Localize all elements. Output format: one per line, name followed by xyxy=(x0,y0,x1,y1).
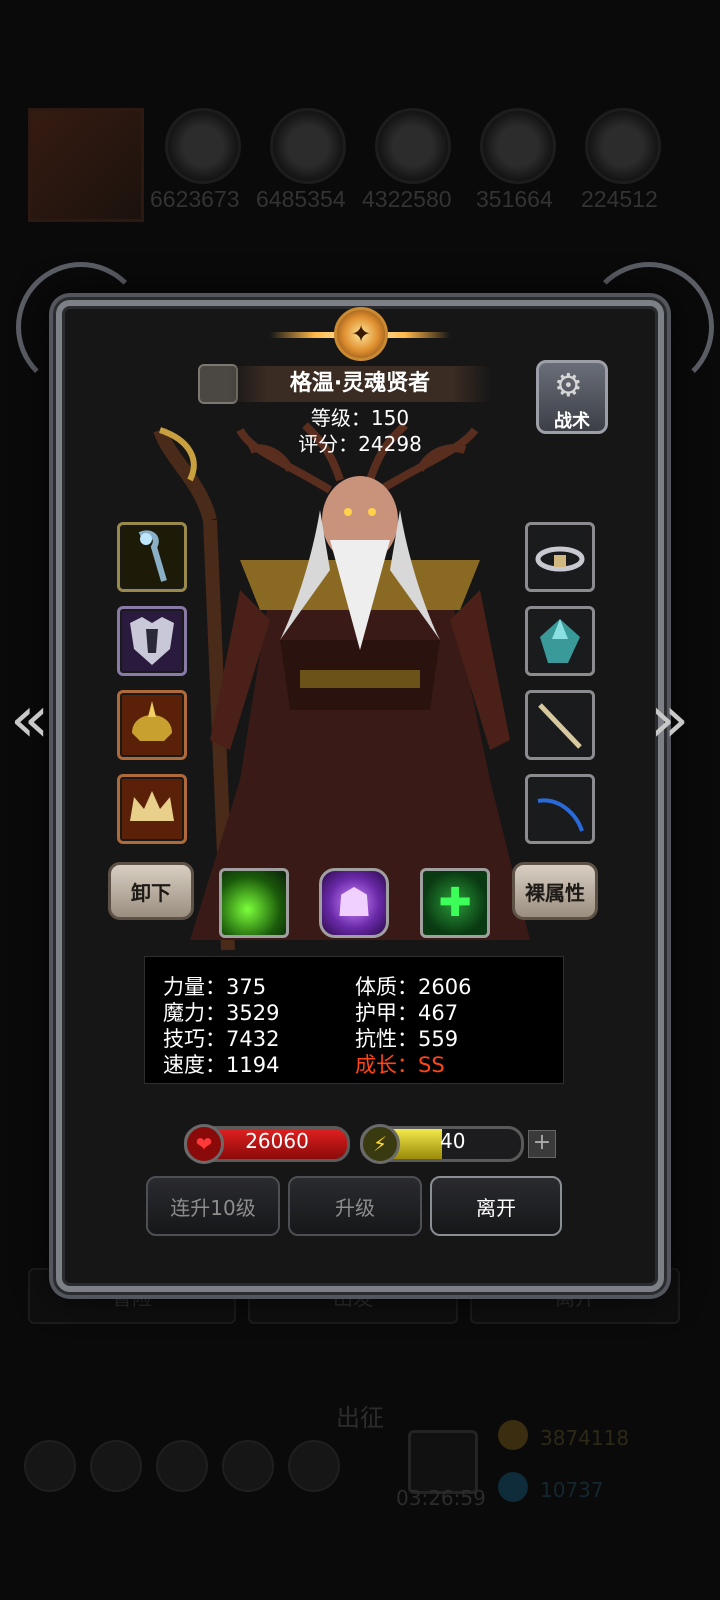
ring-icon xyxy=(535,546,585,572)
equip-slot-crown[interactable] xyxy=(117,774,187,844)
base-attributes-button[interactable]: 裸属性 xyxy=(512,862,598,920)
crown-icon xyxy=(130,791,174,821)
stat-growth: 成长：SS xyxy=(355,1053,445,1077)
gem-count: 10737 xyxy=(540,1478,604,1502)
hp-value: 26060 xyxy=(245,1129,309,1153)
menu-icon xyxy=(156,1440,208,1492)
purple-spirit-icon: ☗ xyxy=(336,880,372,926)
skill-slot-2[interactable]: ☗ xyxy=(319,868,389,938)
equip-slot-offhand[interactable] xyxy=(525,774,595,844)
menu-icon xyxy=(288,1440,340,1492)
gift-timer: 03:26:59 xyxy=(396,1486,486,1510)
hero-name: 格温·灵魂贤者 xyxy=(228,366,492,402)
tactic-label: 战术 xyxy=(554,411,590,432)
resource-value: 6623673 xyxy=(150,186,240,212)
bone-wand-icon xyxy=(538,703,582,749)
menu-icon xyxy=(24,1440,76,1492)
tactic-button[interactable]: ⚙ 战术 xyxy=(536,360,608,434)
resource-value: 224512 xyxy=(581,186,658,212)
prev-hero-arrow-icon[interactable]: « xyxy=(10,688,49,752)
resource-icon xyxy=(270,108,346,184)
next-hero-arrow-icon[interactable]: » xyxy=(650,688,689,752)
resource-icon xyxy=(585,108,661,184)
add-energy-button[interactable]: + xyxy=(528,1130,556,1158)
resource-icon xyxy=(375,108,451,184)
stats-panel: 力量：375 体质：2606 魔力：3529 护甲：467 技巧：7432 抗性… xyxy=(144,956,564,1084)
player-avatar xyxy=(28,108,144,222)
level-up-button[interactable]: 升级 xyxy=(288,1176,422,1236)
gem-currency-icon xyxy=(498,1472,528,1502)
gear-icon: ⚙ xyxy=(554,366,583,404)
lightning-icon: ⚡ xyxy=(360,1124,400,1164)
resource-value: 351664 xyxy=(476,186,553,212)
skill-slot-1[interactable] xyxy=(219,868,289,938)
gift-box-icon xyxy=(408,1430,478,1494)
green-claw-icon xyxy=(222,871,286,935)
equip-slot-accessory[interactable] xyxy=(525,690,595,760)
resource-value: 6485354 xyxy=(256,186,346,212)
sun-emblem-icon: ✦ xyxy=(334,307,388,361)
blade-icon xyxy=(537,798,584,832)
helmet-icon xyxy=(132,701,172,741)
level-up-10-button[interactable]: 连升10级 xyxy=(146,1176,280,1236)
equip-slot-helmet[interactable] xyxy=(117,690,187,760)
equip-slot-ring[interactable] xyxy=(525,522,595,592)
equip-slot-weapon[interactable] xyxy=(117,522,187,592)
menu-icon xyxy=(222,1440,274,1492)
equip-slot-gem[interactable] xyxy=(525,606,595,676)
armor-icon xyxy=(130,617,174,665)
unequip-button[interactable]: 卸下 xyxy=(108,862,194,920)
energy-value: 40 xyxy=(440,1129,466,1153)
resource-value: 4322580 xyxy=(362,186,452,212)
gem-icon xyxy=(540,619,580,663)
resource-icon xyxy=(480,108,556,184)
hero-level: 等级：150 xyxy=(310,406,410,430)
heal-cross-icon: ✚ xyxy=(438,880,472,926)
skill-slot-3[interactable]: ✚ xyxy=(420,868,490,938)
menu-icon xyxy=(90,1440,142,1492)
stat-speed: 速度：1194 xyxy=(163,1053,280,1077)
equip-slot-armor[interactable] xyxy=(117,606,187,676)
coin-icon xyxy=(498,1420,528,1450)
staff-icon xyxy=(138,530,167,582)
resource-icon xyxy=(165,108,241,184)
coin-count: 3874118 xyxy=(540,1426,630,1450)
hero-score: 评分：24298 xyxy=(298,432,422,456)
leave-button[interactable]: 离开 xyxy=(430,1176,562,1236)
